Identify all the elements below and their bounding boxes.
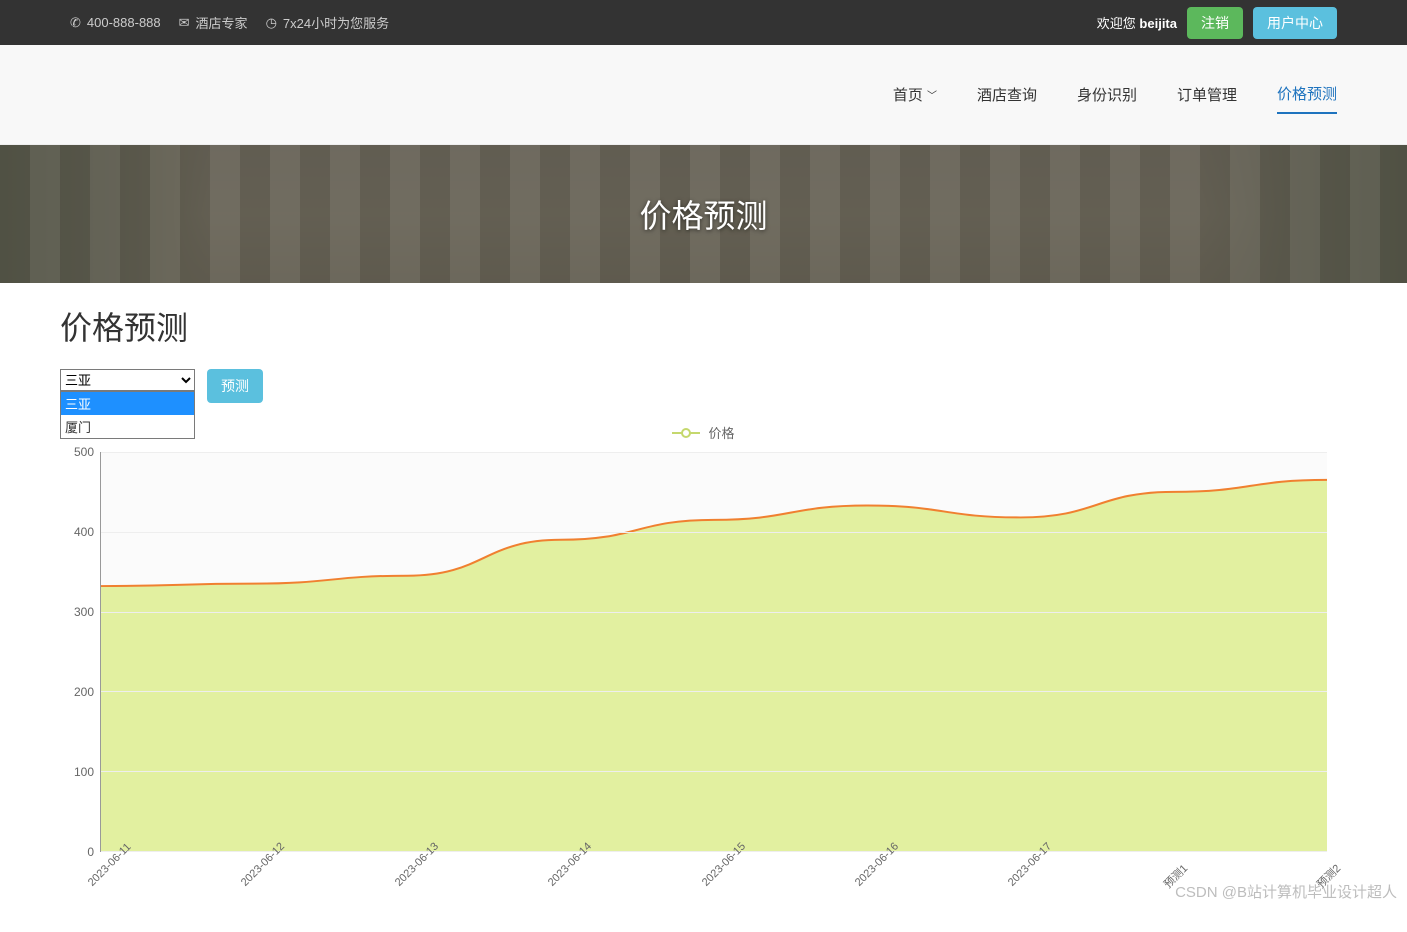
logout-button[interactable]: 注销 xyxy=(1187,7,1243,39)
y-tick: 400 xyxy=(74,525,94,539)
legend-marker xyxy=(672,426,700,440)
service-item: ◷ 7x24小时为您服务 xyxy=(266,13,390,32)
y-tick: 0 xyxy=(87,845,94,859)
chart-container: 价格 0100200300400500 2023-06-112023-06-12… xyxy=(60,423,1347,892)
welcome-text: 欢迎您 beijita xyxy=(1097,13,1177,32)
expert-text: 酒店专家 xyxy=(196,13,248,32)
city-option-1[interactable]: 厦门 xyxy=(61,415,194,438)
topbar-right: 欢迎您 beijita 注销 用户中心 xyxy=(1097,7,1337,39)
city-select-wrap: 三亚 三亚 厦门 xyxy=(60,369,195,391)
chart-plot-area: 0100200300400500 2023-06-112023-06-12202… xyxy=(100,452,1327,892)
hero-title: 价格预测 xyxy=(639,191,767,237)
nav-price-predict[interactable]: 价格预测 xyxy=(1277,75,1337,114)
y-tick: 300 xyxy=(74,605,94,619)
user-center-button[interactable]: 用户中心 xyxy=(1253,7,1337,39)
service-text: 7x24小时为您服务 xyxy=(283,13,389,32)
mail-icon: ✉ xyxy=(179,15,190,31)
city-select[interactable]: 三亚 xyxy=(60,369,195,391)
y-tick: 500 xyxy=(74,445,94,459)
clock-icon: ◷ xyxy=(266,15,277,31)
legend-label: 价格 xyxy=(708,423,734,442)
chart-legend[interactable]: 价格 xyxy=(60,423,1347,442)
city-dropdown-list: 三亚 厦门 xyxy=(60,391,195,439)
topbar: ✆ 400-888-888 ✉ 酒店专家 ◷ 7x24小时为您服务 欢迎您 be… xyxy=(0,0,1407,45)
phone-item: ✆ 400-888-888 xyxy=(70,15,161,31)
phone-text: 400-888-888 xyxy=(87,15,161,30)
y-tick: 200 xyxy=(74,685,94,699)
topbar-left: ✆ 400-888-888 ✉ 酒店专家 ◷ 7x24小时为您服务 xyxy=(70,13,389,32)
page-title: 价格预测 xyxy=(60,303,1347,349)
hero-banner: 价格预测 xyxy=(0,145,1407,283)
main-nav: 首页 ﹀ 酒店查询 身份识别 订单管理 价格预测 xyxy=(0,45,1407,145)
plot-region xyxy=(100,452,1327,852)
nav-home-label: 首页 xyxy=(893,84,923,105)
area-svg xyxy=(101,452,1327,851)
x-tick: 预测1 xyxy=(1159,860,1190,891)
nav-identity[interactable]: 身份识别 xyxy=(1077,76,1137,113)
nav-orders[interactable]: 订单管理 xyxy=(1177,76,1237,113)
city-option-0[interactable]: 三亚 xyxy=(61,392,194,415)
nav-home[interactable]: 首页 ﹀ xyxy=(893,76,937,113)
controls-row: 三亚 三亚 厦门 预测 xyxy=(60,369,1347,403)
expert-item: ✉ 酒店专家 xyxy=(179,13,248,32)
x-tick: 预测2 xyxy=(1313,860,1344,891)
chevron-down-icon: ﹀ xyxy=(927,87,937,102)
predict-button[interactable]: 预测 xyxy=(207,369,263,403)
content: 价格预测 三亚 三亚 厦门 预测 价格 0100200300400500 202… xyxy=(0,283,1407,932)
y-tick: 100 xyxy=(74,765,94,779)
phone-icon: ✆ xyxy=(70,15,81,31)
x-axis: 2023-06-112023-06-122023-06-132023-06-14… xyxy=(100,852,1327,892)
nav-hotel-search[interactable]: 酒店查询 xyxy=(977,76,1037,113)
y-axis: 0100200300400500 xyxy=(60,452,100,852)
